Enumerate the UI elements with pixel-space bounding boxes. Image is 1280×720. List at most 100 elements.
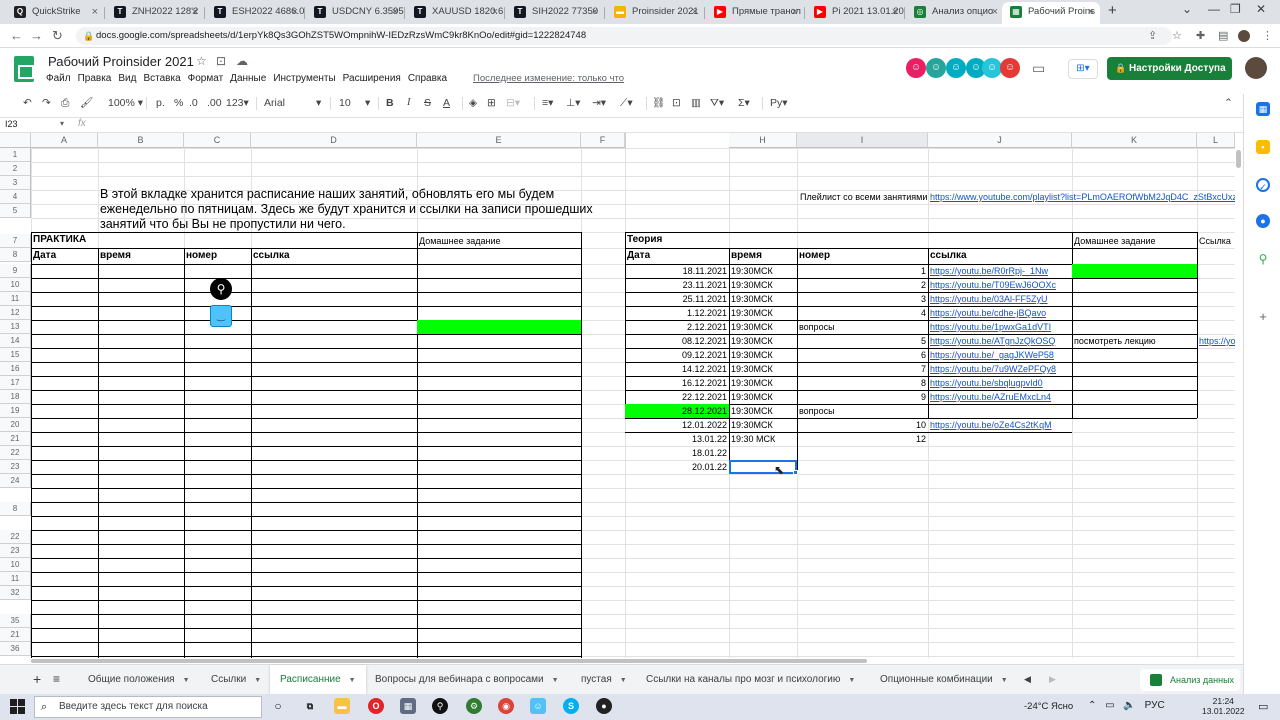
browser-tab[interactable]: ▦ Рабочий Proins × bbox=[1002, 2, 1100, 24]
row-header[interactable]: 14 bbox=[0, 334, 31, 348]
tab-close-icon[interactable]: × bbox=[892, 2, 898, 22]
text-wrap-icon[interactable]: ⇥▾ bbox=[592, 94, 606, 112]
theory-time-cell[interactable]: 19:30МСК bbox=[729, 320, 797, 334]
theory-number-cell[interactable]: 4 bbox=[797, 306, 928, 320]
row-header[interactable]: 8 bbox=[0, 248, 31, 262]
present-button[interactable]: ⊞▾ bbox=[1068, 59, 1098, 79]
row-header[interactable]: 1 bbox=[0, 148, 31, 162]
tab-close-icon[interactable]: × bbox=[592, 2, 598, 22]
tab-close-icon[interactable]: × bbox=[692, 2, 698, 22]
url-input[interactable]: 🔒 docs.google.com/spreadsheets/d/1erpYk8… bbox=[76, 27, 1172, 45]
row-header[interactable]: 13 bbox=[0, 320, 31, 334]
theory-date-cell[interactable]: 16.12.2021 bbox=[625, 376, 729, 390]
theory-homework-cell[interactable]: посмотреть лекцию bbox=[1072, 334, 1197, 348]
vertical-scrollbar[interactable] bbox=[1235, 148, 1243, 658]
new-tab-button[interactable]: + bbox=[1108, 2, 1117, 19]
row-header[interactable]: 16 bbox=[0, 362, 31, 376]
tab-close-icon[interactable]: × bbox=[392, 2, 398, 22]
theory-number-cell[interactable] bbox=[797, 460, 928, 474]
column-header-L[interactable]: L bbox=[1197, 133, 1235, 148]
undo-icon[interactable]: ↶ bbox=[23, 94, 32, 112]
tab-close-icon[interactable]: × bbox=[192, 2, 198, 22]
browser-tab[interactable]: ▬ Proinsider 2021 × bbox=[606, 2, 704, 24]
theory-column-header[interactable]: Дата bbox=[625, 249, 725, 263]
theory-number-cell[interactable]: вопросы bbox=[797, 404, 928, 418]
theory-link-cell[interactable]: https://youtu.be/03Al-FF5ZyU bbox=[928, 292, 1072, 306]
network-icon[interactable]: ▭ bbox=[1105, 700, 1114, 711]
minimize-icon[interactable]: — bbox=[1208, 2, 1220, 16]
smile-app-icon[interactable]: ‿ bbox=[210, 305, 232, 327]
clock[interactable]: 21:24 13.01.2022 bbox=[1202, 696, 1245, 716]
paint-format-icon[interactable]: 🖌 bbox=[80, 94, 93, 112]
row-header[interactable]: 2 bbox=[0, 162, 31, 176]
theory-extra-link-cell[interactable]: https://yo bbox=[1197, 334, 1237, 348]
theory-number-cell[interactable]: 12 bbox=[797, 432, 928, 446]
theory-link-header[interactable]: Ссылка bbox=[1197, 234, 1237, 248]
theory-date-cell[interactable]: 18.11.2021 bbox=[625, 264, 729, 278]
theory-number-cell[interactable]: 9 bbox=[797, 390, 928, 404]
language-indicator[interactable]: РУС bbox=[1145, 700, 1165, 711]
column-header-H[interactable]: H bbox=[729, 133, 797, 148]
select-all-corner[interactable] bbox=[0, 133, 31, 148]
column-header-A[interactable]: A bbox=[31, 133, 98, 148]
sheet-tab-dropdown-icon[interactable]: ▼ bbox=[254, 677, 261, 684]
theory-time-cell[interactable]: 19:30МСК bbox=[729, 292, 797, 306]
italic-button[interactable]: I bbox=[407, 94, 411, 112]
menu-item[interactable]: Вставка bbox=[143, 73, 180, 84]
more-formats-button[interactable]: 123▾ bbox=[226, 94, 249, 112]
restore-icon[interactable]: ❐ bbox=[1230, 2, 1241, 16]
practice-column-header[interactable]: время bbox=[98, 249, 178, 263]
row-header[interactable]: 7 bbox=[0, 234, 31, 248]
theory-link-cell[interactable]: https://youtu.be/1pwxGa1dVTI bbox=[928, 320, 1072, 334]
theory-date-cell[interactable]: 23.11.2021 bbox=[625, 278, 729, 292]
browser-tab[interactable]: T USDCNY 6.3595 × bbox=[306, 2, 404, 24]
document-title[interactable]: Рабочий Proinsider 2021 bbox=[48, 54, 194, 69]
star-icon[interactable]: ☆ bbox=[196, 54, 207, 68]
fill-handle[interactable] bbox=[793, 470, 798, 475]
tasks-icon[interactable]: ✓ bbox=[1256, 178, 1270, 192]
sheet-tab-dropdown-icon[interactable]: ▼ bbox=[552, 677, 559, 684]
column-header-B[interactable]: B bbox=[98, 133, 184, 148]
theory-date-cell[interactable]: 13.01.22 bbox=[625, 432, 729, 446]
theory-time-cell[interactable]: 19:30МСК bbox=[729, 278, 797, 292]
theory-time-cell[interactable]: 19:30 МСК bbox=[729, 432, 797, 446]
theory-number-cell[interactable] bbox=[797, 446, 928, 460]
theory-link-cell[interactable]: https://youtu.be/sbqlugpvId0 bbox=[928, 376, 1072, 390]
theory-link-cell[interactable]: https://youtu.be/oZe4Cs2tKqM bbox=[928, 418, 1072, 432]
chrome-icon[interactable]: ◉ bbox=[498, 698, 514, 714]
theory-time-cell[interactable]: 19:30МСК bbox=[729, 376, 797, 390]
browser-tab[interactable]: T SIH2022 77350 × bbox=[506, 2, 604, 24]
insert-chart-icon[interactable]: ▥ bbox=[691, 94, 701, 112]
share-button[interactable]: 🔒 Настройки Доступа bbox=[1107, 57, 1232, 80]
theory-homework-header[interactable]: Домашнее задание bbox=[1072, 234, 1197, 248]
playlist-label[interactable]: Плейлист со всеми занятиями bbox=[798, 190, 930, 204]
theory-date-cell[interactable]: 18.01.22 bbox=[625, 446, 729, 460]
theory-number-cell[interactable]: 6 bbox=[797, 348, 928, 362]
row-header[interactable]: 15 bbox=[0, 348, 31, 362]
theory-time-cell[interactable]: 19:30МСК bbox=[729, 264, 797, 278]
obs-icon[interactable]: ● bbox=[596, 698, 612, 714]
theory-time-cell[interactable]: 19:30МСК bbox=[729, 306, 797, 320]
theory-link-cell[interactable]: https://youtu.be/ATgnJzQkOSQ bbox=[928, 334, 1072, 348]
row-header[interactable]: 18 bbox=[0, 390, 31, 404]
sheet-tab-dropdown-icon[interactable]: ▼ bbox=[349, 677, 356, 684]
theory-link-cell[interactable] bbox=[928, 404, 1072, 418]
collaborator-avatar-1[interactable]: ☺ bbox=[906, 58, 926, 78]
row-header[interactable]: 3 bbox=[0, 176, 31, 190]
tab-close-icon[interactable]: × bbox=[792, 2, 798, 22]
user-avatar[interactable] bbox=[1245, 57, 1267, 79]
file-explorer-icon[interactable]: ▬ bbox=[334, 698, 350, 714]
theory-time-cell[interactable]: 19:30МСК bbox=[729, 362, 797, 376]
bold-button[interactable]: B bbox=[386, 94, 394, 112]
row-header[interactable]: 10 bbox=[0, 558, 31, 572]
sheet-tab[interactable]: пустая ▼ bbox=[581, 665, 627, 694]
row-header[interactable]: 19 bbox=[0, 404, 31, 418]
column-header-K[interactable]: K bbox=[1072, 133, 1197, 148]
calculator-icon[interactable]: ▦ bbox=[400, 698, 416, 714]
theory-link-cell[interactable]: https://youtu.be/cdhe-jBQavo bbox=[928, 306, 1072, 320]
row-header[interactable]: 24 bbox=[0, 474, 31, 488]
browser-tab[interactable]: ▶ Прямые трансл × bbox=[706, 2, 804, 24]
sheet-tab[interactable]: Вопросы для вебинара с вопросами ▼ bbox=[375, 665, 559, 694]
increase-decimal-button[interactable]: .00 bbox=[207, 94, 222, 112]
menu-item[interactable]: Вид bbox=[118, 73, 136, 84]
